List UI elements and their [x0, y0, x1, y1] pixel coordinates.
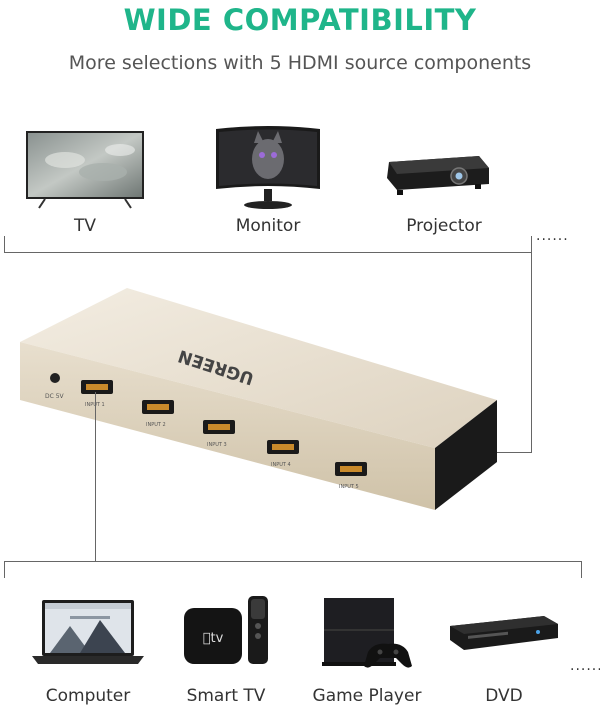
tv-icon [25, 130, 145, 210]
port-label-2: INPUT 2 [146, 422, 166, 428]
hdmi-port-1 [81, 380, 113, 394]
laptop-icon [30, 598, 146, 668]
monitor-icon [212, 125, 324, 211]
input-bracket-left [4, 561, 5, 578]
output-label-tv: TV [73, 216, 96, 236]
input-label-smart-tv: Smart TV [186, 686, 266, 706]
hdmi-port-2 [142, 400, 174, 414]
projector-icon [383, 150, 493, 198]
page-subtitle: More selections with 5 HDMI source compo… [68, 52, 532, 74]
dvd-player-icon [448, 612, 560, 654]
apple-tv-icon: tv [182, 594, 274, 668]
game-console-icon [318, 592, 416, 672]
input-connector [95, 392, 96, 562]
input-more: ...... [570, 658, 600, 674]
hdmi-port-4 [267, 440, 299, 454]
page-title: WIDE COMPATIBILITY [123, 3, 477, 37]
output-label-projector: Projector [406, 216, 482, 236]
port-label-3: INPUT 3 [207, 442, 227, 448]
input-label-computer: Computer [45, 686, 131, 706]
svg-text:tv: tv [203, 631, 224, 646]
dc-label: DC 5V [45, 393, 65, 400]
output-label-monitor: Monitor [235, 216, 301, 236]
hdmi-switch: UGREEN DC 5V INPUT 1 INPUT 2 INPUT 3 INP… [15, 180, 500, 522]
input-label-dvd: DVD [485, 686, 523, 706]
hdmi-port-3 [203, 420, 235, 434]
output-bracket-left [4, 236, 5, 253]
output-bracket-line [4, 252, 532, 253]
output-more: ...... [536, 228, 569, 244]
port-label-4: INPUT 4 [271, 462, 291, 468]
hdmi-port-5 [335, 462, 367, 476]
input-bracket-right [581, 561, 582, 578]
input-label-game-player: Game Player [312, 686, 422, 706]
input-bracket-line [4, 561, 582, 562]
output-bracket-right [531, 236, 532, 453]
port-label-5: INPUT 5 [339, 484, 359, 490]
